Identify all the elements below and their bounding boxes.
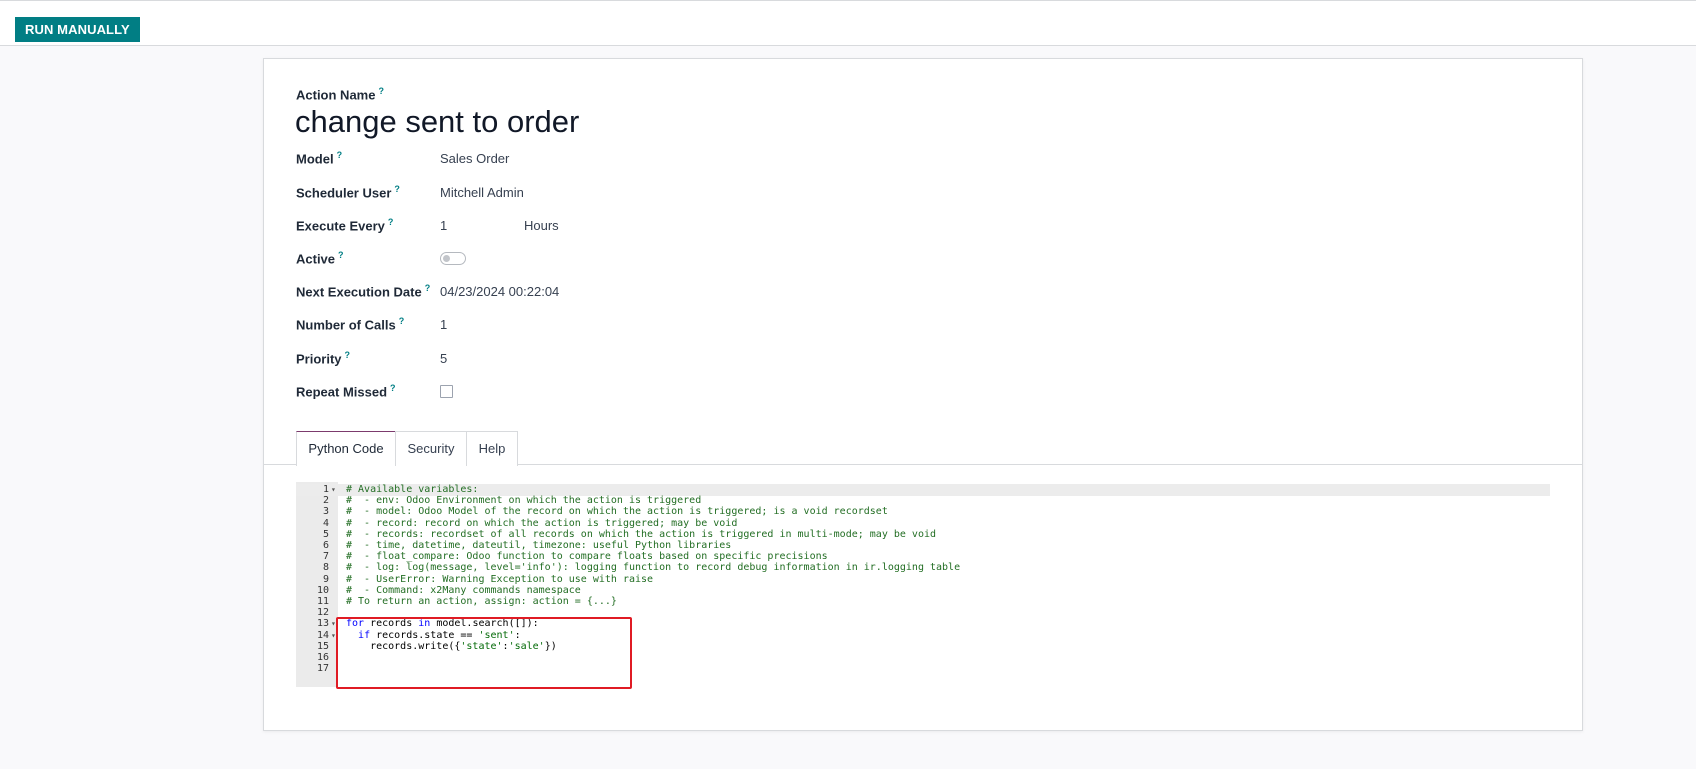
interval-number-field[interactable]: 1 [440,218,447,233]
field-next-execution-date: Next Execution Date? 04/23/2024 00:22:04 [296,283,560,300]
line-number: 16 [316,652,329,663]
code-text: # - env: Odoo Environment on which the a… [346,495,702,507]
code-text: if records.state == 'sent': [358,629,521,641]
help-tooltip-icon[interactable]: ? [390,383,396,393]
field-execute-every: Execute Every? 1 Hours [296,217,559,234]
line-number: 14 [316,629,329,641]
code-text: for records in model.search([]): [346,618,539,630]
line-number: 10 [316,584,329,596]
form-sheet: Action Name? change sent to order Model?… [263,58,1583,731]
control-panel: RUN MANUALLY [0,0,1696,46]
tab-python-code[interactable]: Python Code [296,431,396,466]
line-number: 1 [322,484,329,495]
fold-arrow-icon[interactable]: ▾ [331,630,336,642]
line-number: 5 [322,528,329,540]
line-number: 9 [322,573,329,585]
number-of-calls-field[interactable]: 1 [440,317,447,332]
code-line[interactable]: 1 ▾ # Available variables: [296,484,1550,496]
help-tooltip-icon[interactable]: ? [394,184,400,194]
code-line[interactable]: 10 # - Command: x2Many commands namespace [296,585,1550,597]
field-number-of-calls: Number of Calls? 1 [296,316,448,333]
line-number: 2 [322,495,329,507]
active-toggle[interactable] [440,252,466,265]
line-number: 13 [316,618,329,630]
code-text: # - model: Odoo Model of the record on w… [346,506,888,518]
field-repeat-missed: Repeat Missed? [296,381,896,403]
toggle-knob [443,255,450,262]
line-number: 8 [322,562,329,574]
help-tooltip-icon[interactable]: ? [345,350,351,360]
tab-help[interactable]: Help [466,431,518,466]
next-execution-date-field[interactable]: 04/23/2024 00:22:04 [440,284,559,299]
help-tooltip-icon[interactable]: ? [378,86,384,96]
code-line[interactable]: 9 # - UserError: Warning Exception to use… [296,574,1550,586]
code-text: records.write({'state':'sale'}) [346,640,557,652]
code-text: # Available variables: [346,484,479,495]
run-manually-button[interactable]: RUN MANUALLY [15,17,140,42]
code-line[interactable]: 16 [296,652,1550,664]
help-tooltip-icon[interactable]: ? [388,217,394,227]
code-text: # - time, datetime, dateutil, timezone: … [346,540,732,551]
line-number: 15 [316,640,329,652]
python-code-editor[interactable]: 1 ▾ # Available variables: 2 # - env: Odoo E… [296,482,1550,687]
action-name-label: Action Name? [296,86,384,103]
field-priority: Priority? 5 [296,350,448,367]
code-line[interactable]: 12 [296,607,1550,619]
code-line[interactable]: 4 # - record: record on which the action … [296,518,1550,530]
action-name-field[interactable]: change sent to order [295,104,579,140]
help-tooltip-icon[interactable]: ? [399,316,405,326]
code-line[interactable]: 11 # To return an action, assign: action … [296,596,1550,608]
code-line[interactable]: 7 # - float_compare: Odoo function to com… [296,551,1550,563]
code-text: # - UserError: Warning Exception to use … [346,573,654,585]
line-number: 12 [316,607,329,619]
scheduler-user-field[interactable]: Mitchell Admin [440,185,524,200]
code-text: # - Command: x2Many commands namespace [346,584,581,596]
line-number: 4 [322,517,329,529]
fold-arrow-icon[interactable]: ▾ [331,618,336,630]
code-text: # - log: log(message, level='info'): log… [346,562,961,574]
code-line[interactable]: 14 ▾ if records.state == 'sent': [296,630,1550,642]
field-active: Active? [296,248,896,270]
help-tooltip-icon[interactable]: ? [337,150,343,160]
line-number: 17 [316,663,329,675]
field-model: Model? Sales Order [296,150,510,167]
code-line[interactable]: 15 records.write({'state':'sale'}) [296,641,1550,653]
code-line[interactable]: 17 [296,663,1550,675]
line-number: 11 [316,596,329,607]
code-text: # - record: record on which the action i… [346,517,738,529]
help-tooltip-icon[interactable]: ? [338,250,344,260]
line-number: 7 [322,551,329,563]
priority-field[interactable]: 5 [440,351,447,366]
code-text: # - records: recordset of all records on… [346,528,937,540]
line-number: 6 [322,540,329,551]
code-line[interactable]: 8 # - log: log(message, level='info'): lo… [296,562,1550,574]
help-tooltip-icon[interactable]: ? [425,283,431,293]
model-field[interactable]: Sales Order [440,151,509,166]
code-line[interactable]: 5 # - records: recordset of all records o… [296,529,1550,541]
interval-unit-select[interactable]: Hours [524,218,559,233]
fold-arrow-icon[interactable]: ▾ [331,484,336,496]
code-text: # - float_compare: Odoo function to comp… [346,551,828,563]
line-number: 3 [322,506,329,518]
code-line[interactable]: 3 # - model: Odoo Model of the record on … [296,506,1550,518]
tab-security[interactable]: Security [395,431,467,466]
notebook-tabs: Python Code Security Help [264,431,1582,466]
code-text: # To return an action, assign: action = … [346,596,617,607]
repeat-missed-checkbox[interactable] [440,385,453,398]
field-scheduler-user: Scheduler User? Mitchell Admin [296,184,524,201]
code-line[interactable]: 2 # - env: Odoo Environment on which the … [296,495,1550,507]
code-line[interactable]: 13 ▾ for records in model.search([]): [296,618,1550,630]
code-line[interactable]: 6 # - time, datetime, dateutil, timezone:… [296,540,1550,552]
